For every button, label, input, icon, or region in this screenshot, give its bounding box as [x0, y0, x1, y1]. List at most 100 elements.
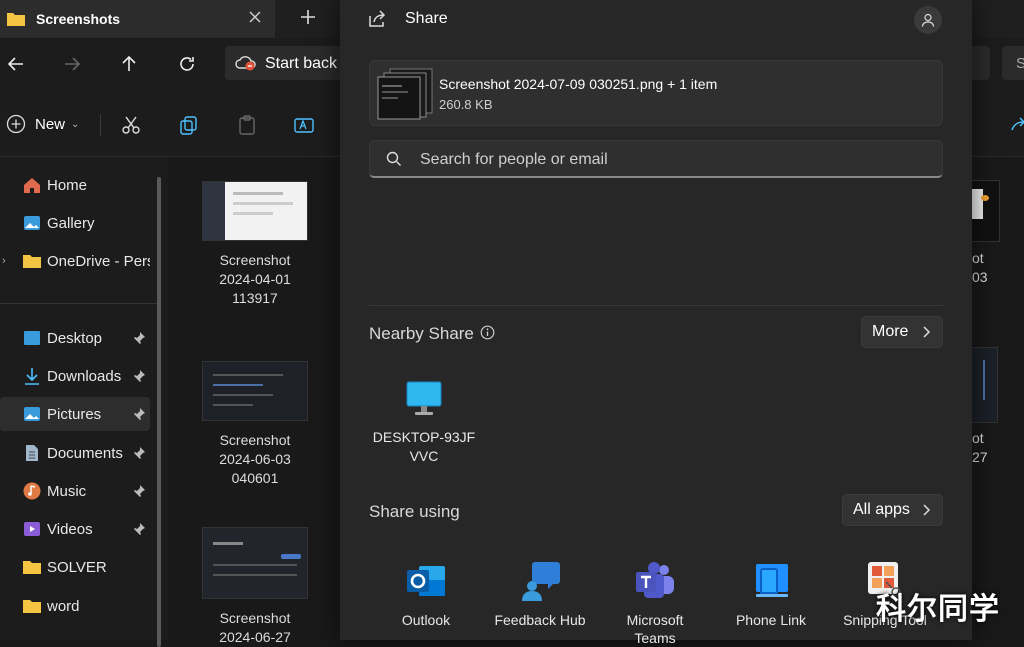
- app-name: Feedback Hub: [494, 612, 586, 628]
- chevron-right-icon: [923, 504, 931, 516]
- sidebar-item-downloads[interactable]: Downloads: [0, 359, 150, 393]
- pictures-icon: [24, 407, 40, 421]
- sidebar-item-gallery[interactable]: Gallery: [0, 206, 150, 240]
- pin-icon[interactable]: [132, 484, 146, 498]
- file-name-line: 113917: [232, 290, 278, 306]
- videos-icon: [24, 522, 40, 536]
- teams-icon: [636, 562, 674, 598]
- file-thumbnail: [202, 361, 308, 421]
- shared-file-name: Screenshot 2024-07-09 030251.png + 1 ite…: [439, 76, 718, 92]
- file-name-line: Screenshot: [219, 432, 291, 448]
- more-button[interactable]: More: [861, 316, 943, 348]
- copy-icon[interactable]: [178, 114, 200, 136]
- sidebar-item-label: Gallery: [47, 214, 95, 232]
- app-outlook[interactable]: Outlook: [370, 560, 482, 629]
- pin-icon[interactable]: [132, 331, 146, 345]
- share-icon: [369, 10, 386, 27]
- app-feedback-hub[interactable]: Feedback Hub: [484, 560, 596, 629]
- sidebar-item-pictures[interactable]: Pictures: [0, 397, 150, 431]
- divider: [0, 303, 160, 304]
- file-thumbnail: [968, 180, 1000, 242]
- folder-icon: [23, 561, 41, 574]
- new-tab-icon[interactable]: [298, 6, 318, 28]
- all-apps-label: All apps: [853, 501, 910, 518]
- phone-link-icon: [756, 564, 788, 597]
- sidebar-item-solver[interactable]: SOLVER: [0, 550, 150, 584]
- refresh-icon[interactable]: [175, 52, 199, 76]
- expand-chevron-icon[interactable]: ›: [2, 255, 6, 267]
- sidebar-item-home[interactable]: Home: [0, 168, 150, 202]
- gallery-icon: [24, 216, 40, 230]
- all-apps-button[interactable]: All apps: [842, 494, 943, 526]
- plus-circle-icon: [6, 114, 26, 134]
- pin-icon[interactable]: [132, 446, 146, 460]
- sidebar-item-label: OneDrive - Perso: [47, 252, 150, 270]
- chevron-down-icon: ⌄: [71, 118, 80, 130]
- share-title: Share: [405, 10, 448, 27]
- address-bar-end: [972, 46, 990, 80]
- app-phone-link[interactable]: Phone Link: [715, 560, 827, 629]
- sidebar-item-desktop[interactable]: Desktop: [0, 321, 150, 355]
- shared-file-size: 260.8 KB: [439, 97, 493, 112]
- folder-icon: [23, 255, 41, 268]
- paste-icon[interactable]: [236, 114, 258, 136]
- folder-icon: [23, 600, 41, 613]
- app-name: Phone Link: [735, 612, 807, 628]
- share-action-icon[interactable]: [1008, 114, 1024, 136]
- file-name-line: 2024-06-03: [219, 451, 291, 467]
- file-item[interactable]: Screenshot 2024-06-27: [195, 527, 315, 647]
- sidebar-item-label: SOLVER: [47, 558, 107, 576]
- sidebar-item-word[interactable]: word: [0, 589, 150, 623]
- sidebar-item-videos[interactable]: Videos: [0, 512, 150, 546]
- pin-icon[interactable]: [132, 407, 146, 421]
- people-search-input[interactable]: Search for people or email: [369, 140, 943, 178]
- search-icon: [386, 151, 401, 166]
- feedback-hub-icon: [522, 562, 560, 601]
- account-avatar[interactable]: [914, 6, 942, 34]
- pin-icon[interactable]: [132, 369, 146, 383]
- rename-icon[interactable]: [293, 114, 315, 136]
- device-name-line: VVC: [409, 448, 439, 464]
- app-name: Outlook: [401, 612, 451, 628]
- chevron-right-icon: [923, 326, 931, 338]
- new-label: New: [35, 115, 66, 133]
- sidebar-item-label: word: [47, 597, 80, 615]
- device-name-line: DESKTOP-93JF: [372, 429, 476, 445]
- nearby-share-title: Nearby Share: [369, 324, 474, 343]
- home-icon: [24, 178, 40, 193]
- address-text: Start back: [265, 55, 338, 72]
- file-name-line: 2024-06-27: [219, 629, 291, 645]
- sidebar-item-onedrive[interactable]: › OneDrive - Perso: [0, 244, 150, 278]
- file-item[interactable]: Screenshot 2024-06-03 040601: [195, 361, 315, 488]
- new-button[interactable]: New ⌄: [6, 114, 79, 134]
- file-thumbnail: [970, 347, 998, 423]
- info-icon[interactable]: [480, 325, 495, 340]
- sidebar-item-music[interactable]: Music: [0, 474, 150, 508]
- file-name-line: Screenshot: [219, 610, 291, 626]
- file-name-partial: ot 27: [972, 430, 988, 465]
- file-name-partial: ot 03: [972, 250, 988, 285]
- search-box[interactable]: S: [1002, 46, 1024, 80]
- separator: [100, 114, 101, 136]
- sidebar-scrollbar[interactable]: [157, 177, 161, 647]
- file-thumbnail: [202, 527, 308, 599]
- pin-icon[interactable]: [132, 522, 146, 536]
- forward-arrow-icon[interactable]: [60, 52, 84, 76]
- back-arrow-icon[interactable]: [4, 52, 28, 76]
- app-name: Microsoft Teams: [626, 612, 684, 646]
- app-microsoft-teams[interactable]: Microsoft Teams: [599, 560, 711, 647]
- file-thumbnail: [202, 181, 308, 241]
- search-placeholder: Search for people or email: [420, 151, 608, 168]
- file-item[interactable]: Screenshot 2024-04-01 113917: [195, 181, 315, 308]
- up-arrow-icon[interactable]: [117, 52, 141, 76]
- cut-icon[interactable]: [120, 114, 142, 136]
- file-name-line: 2024-04-01: [219, 271, 291, 287]
- tab-screenshots[interactable]: Screenshots: [0, 0, 275, 38]
- sidebar-item-documents[interactable]: Documents: [0, 436, 150, 470]
- close-tab-icon[interactable]: [245, 7, 265, 27]
- share-dialog: Share Screenshot 2024-07-09 030251.png +…: [340, 0, 972, 646]
- nearby-device[interactable]: DESKTOP-93JF VVC: [369, 378, 479, 466]
- share-using-title: Share using: [369, 502, 460, 521]
- backup-cloud-icon: [235, 56, 256, 71]
- address-bar[interactable]: Start back: [225, 46, 355, 80]
